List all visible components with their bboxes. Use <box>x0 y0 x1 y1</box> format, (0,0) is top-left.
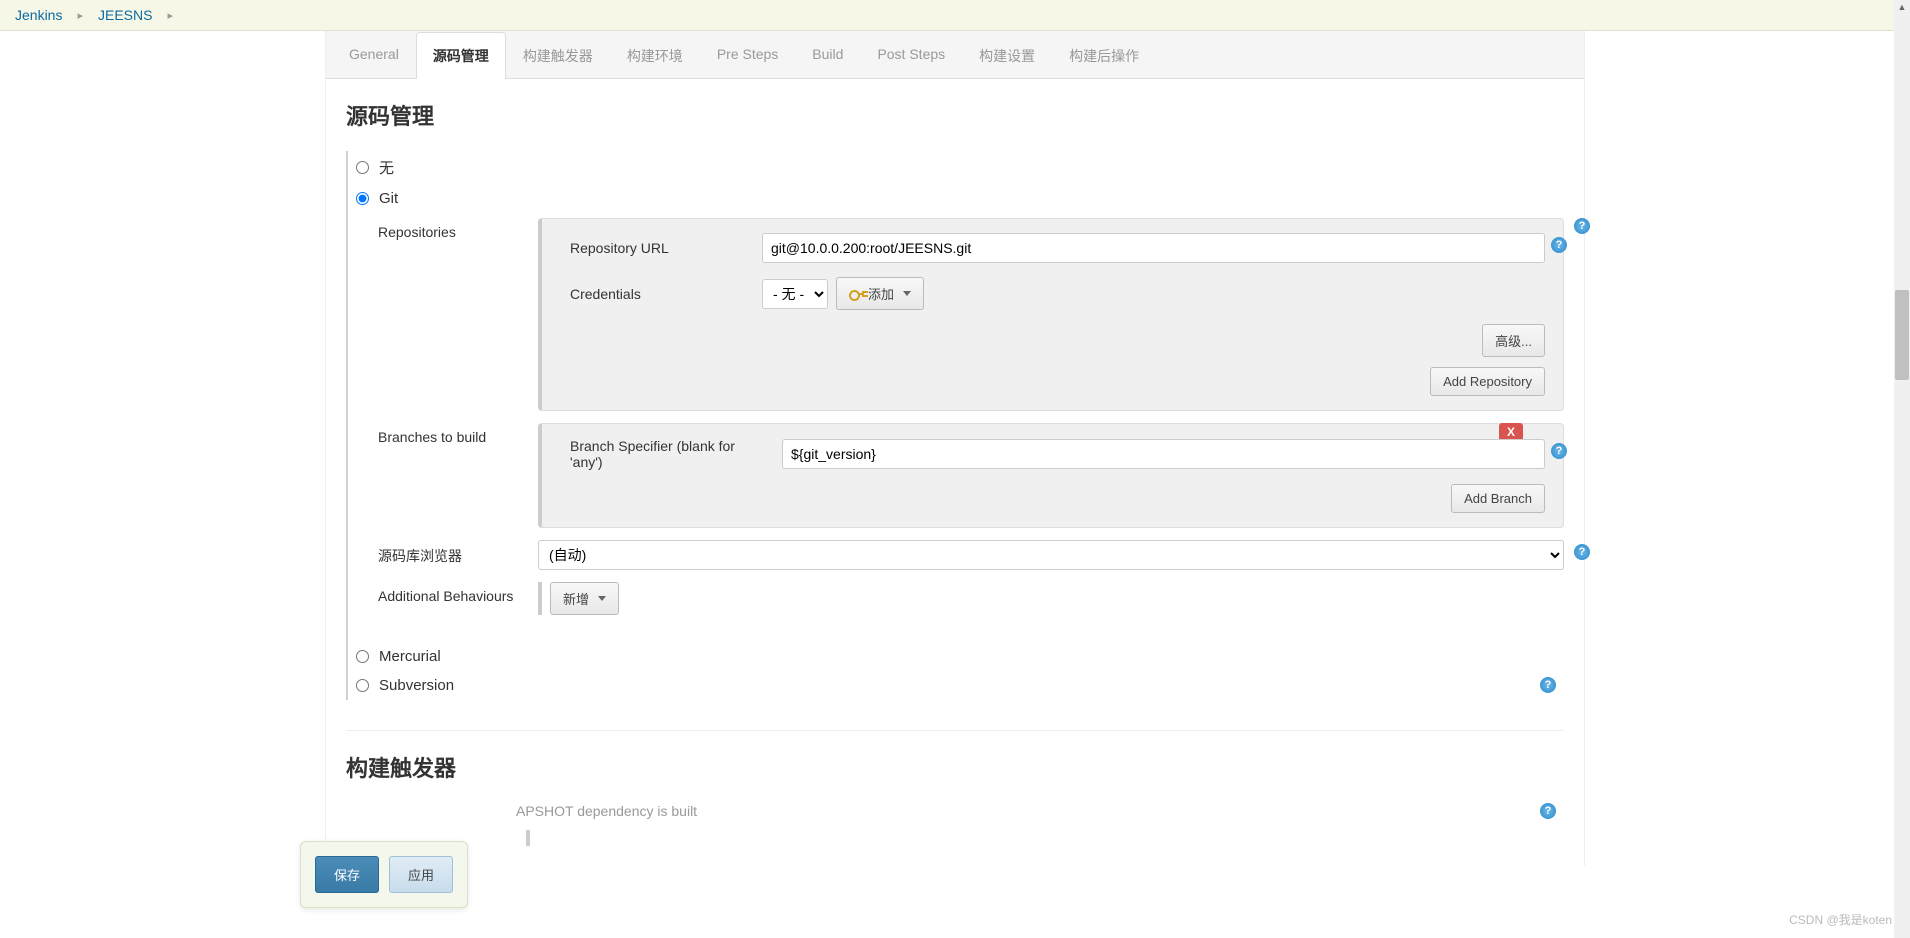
branch-spec-label: Branch Specifier (blank for 'any') <box>570 438 770 470</box>
repo-browser-select[interactable]: (自动) <box>538 540 1564 570</box>
add-repository-button[interactable]: Add Repository <box>1430 367 1545 396</box>
git-config-section: Repositories ? Repository URL ? <box>378 213 1564 642</box>
branches-label: Branches to build <box>378 423 538 528</box>
radio-git-label: Git <box>379 190 398 207</box>
tab-triggers[interactable]: 构建触发器 <box>506 32 610 79</box>
radio-subversion[interactable] <box>356 679 369 692</box>
repositories-label: Repositories <box>378 218 538 411</box>
add-credentials-button[interactable]: 添加 <box>836 277 924 310</box>
apply-button[interactable]: 应用 <box>389 856 453 893</box>
tab-buildsettings[interactable]: 构建设置 <box>962 32 1052 79</box>
radio-git[interactable] <box>356 192 369 205</box>
tab-postactions[interactable]: 构建后操作 <box>1052 32 1156 79</box>
help-icon[interactable]: ? <box>1540 803 1556 819</box>
radio-none[interactable] <box>356 161 369 174</box>
section-title: 源码管理 <box>346 99 1564 131</box>
tab-environment[interactable]: 构建环境 <box>610 32 700 79</box>
add-behaviour-button[interactable]: 新增 <box>550 582 619 615</box>
help-icon[interactable]: ? <box>1540 677 1556 693</box>
save-button[interactable]: 保存 <box>315 856 379 893</box>
content-area: 源码管理 无 Git Repositories ? Rep <box>326 79 1584 866</box>
scm-option-git[interactable]: Git <box>356 184 1564 213</box>
browser-scrollbar[interactable]: ▲ <box>1894 0 1910 938</box>
radio-subversion-label: Subversion <box>379 677 454 694</box>
repository-panel: Repository URL ? Credentials <box>538 218 1564 411</box>
help-icon[interactable]: ? <box>1574 218 1590 234</box>
breadcrumb-link-jenkins[interactable]: Jenkins <box>15 7 62 23</box>
key-icon <box>849 290 863 298</box>
radio-mercurial[interactable] <box>356 650 369 663</box>
scm-radio-group: 无 Git Repositories ? Repository URL <box>346 151 1564 700</box>
radio-mercurial-label: Mercurial <box>379 648 441 665</box>
scrollbar-thumb[interactable] <box>1895 290 1909 380</box>
watermark: CSDN @我是koten <box>1789 911 1892 928</box>
panel-edge <box>526 830 530 846</box>
page-container: General 源码管理 构建触发器 构建环境 Pre Steps Build … <box>325 31 1585 866</box>
add-behaviour-label: 新增 <box>563 589 589 608</box>
scm-option-mercurial[interactable]: Mercurial <box>356 642 1564 671</box>
scm-option-none[interactable]: 无 <box>356 151 1564 184</box>
credentials-select[interactable]: - 无 - <box>762 279 828 309</box>
browser-label: 源码库浏览器 <box>378 540 538 570</box>
advanced-button[interactable]: 高级... <box>1482 324 1545 357</box>
radio-none-label: 无 <box>379 157 394 178</box>
add-label: 添加 <box>868 284 894 303</box>
branch-spec-input[interactable] <box>782 439 1545 469</box>
chevron-down-icon <box>903 291 911 296</box>
breadcrumb-link-project[interactable]: JEESNS <box>98 7 152 23</box>
scroll-up-icon[interactable]: ▲ <box>1895 0 1909 14</box>
branches-panel: X Branch Specifier (blank for 'any') ? A… <box>538 423 1564 528</box>
repo-url-input[interactable] <box>762 233 1545 263</box>
scm-option-subversion[interactable]: Subversion ? <box>356 671 1564 700</box>
credentials-label: Credentials <box>570 286 750 302</box>
chevron-down-icon <box>598 596 606 601</box>
help-icon[interactable]: ? <box>1574 544 1590 560</box>
help-icon[interactable]: ? <box>1551 237 1567 253</box>
tab-general[interactable]: General <box>332 32 416 79</box>
tab-presteps[interactable]: Pre Steps <box>700 32 795 79</box>
behaviours-label: Additional Behaviours <box>378 582 538 615</box>
breadcrumb-separator-icon: ▸ <box>77 9 83 22</box>
footer-action-bar: 保存 应用 <box>300 841 468 908</box>
breadcrumb-separator-icon: ▸ <box>167 9 173 22</box>
triggers-section: 构建触发器 APSHOT dependency is built ? <box>346 730 1564 846</box>
breadcrumb: Jenkins ▸ JEESNS ▸ <box>0 0 1910 31</box>
repo-url-label: Repository URL <box>570 240 750 256</box>
config-tabs: General 源码管理 构建触发器 构建环境 Pre Steps Build … <box>326 31 1584 79</box>
add-branch-button[interactable]: Add Branch <box>1451 484 1545 513</box>
tab-build[interactable]: Build <box>795 32 860 79</box>
snapshot-text: APSHOT dependency is built <box>516 803 697 819</box>
help-icon[interactable]: ? <box>1551 443 1567 459</box>
triggers-title: 构建触发器 <box>346 751 1564 783</box>
tab-scm[interactable]: 源码管理 <box>416 32 506 79</box>
tab-poststeps[interactable]: Post Steps <box>860 32 962 79</box>
